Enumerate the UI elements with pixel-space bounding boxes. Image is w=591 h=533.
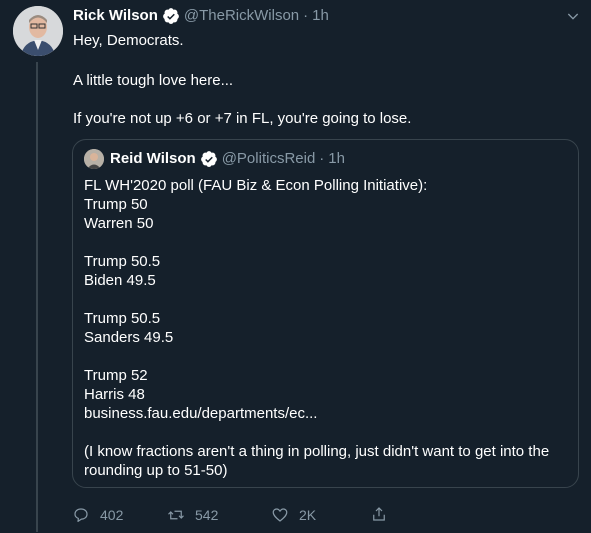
header-separator: ·: [319, 150, 325, 167]
tweet-line: If you're not up +6 or +7 in FL, you're …: [73, 110, 412, 127]
reply-count: 402: [100, 507, 124, 523]
tweet-header: Rick Wilson @TheRickWilson · 1h: [73, 5, 578, 27]
quote-line: Trump 52: [84, 367, 148, 384]
author-name[interactable]: Rick Wilson: [73, 6, 158, 26]
verified-badge-icon: [200, 150, 218, 168]
action-bar: 402 542 2K: [72, 505, 402, 527]
quoted-author-name: Reid Wilson: [110, 150, 196, 167]
share-icon: [373, 507, 385, 521]
quote-line: (I know fractions aren't a thing in poll…: [84, 443, 550, 460]
heart-icon: [272, 508, 288, 522]
retweet-icon: [168, 510, 184, 520]
retweet-count: 542: [195, 507, 219, 523]
tweet-text: Hey, Democrats. A little tough love here…: [73, 31, 578, 129]
quote-line: [84, 290, 574, 309]
tweet-content: Rick Wilson @TheRickWilson · 1h Hey, Dem…: [73, 5, 578, 129]
share-button[interactable]: [370, 505, 398, 523]
verified-badge-icon: [162, 7, 180, 25]
quoted-tweet-timestamp: 1h: [328, 150, 345, 167]
quote-line: Trump 50: [84, 196, 148, 213]
quoted-author-handle: @PoliticsReid: [221, 150, 316, 167]
reply-icon: [74, 508, 88, 522]
quoted-author-avatar: [84, 149, 104, 169]
like-count: 2K: [299, 507, 317, 523]
quote-line: Trump 50.5: [84, 310, 161, 327]
tweet-line: Hey, Democrats.: [73, 32, 184, 49]
quoted-tweet-text: FL WH'2020 poll (FAU Biz & Econ Polling …: [84, 176, 574, 480]
header-separator: ·: [303, 7, 309, 24]
quote-line: Warren 50: [84, 215, 154, 232]
chevron-down-icon[interactable]: [565, 8, 581, 24]
quoted-tweet[interactable]: Reid Wilson @PoliticsReid · 1h FL WH'202…: [72, 139, 579, 488]
quote-line: [84, 347, 574, 366]
quote-line: Biden 49.5: [84, 272, 156, 289]
quote-line: Sanders 49.5: [84, 329, 174, 346]
author-handle[interactable]: @TheRickWilson: [184, 6, 299, 26]
quote-line: FL WH'2020 poll (FAU Biz & Econ Polling …: [84, 177, 428, 194]
tweet: Rick Wilson @TheRickWilson · 1h Hey, Dem…: [0, 0, 591, 533]
quote-link: business.fau.edu/departments/ec...: [84, 405, 318, 422]
quote-line: rounding up to 51-50): [84, 462, 228, 479]
retweet-button[interactable]: 542: [167, 505, 218, 525]
thread-line: [36, 62, 38, 532]
reply-button[interactable]: 402: [72, 505, 123, 525]
tweet-timestamp[interactable]: 1h: [312, 6, 329, 26]
author-avatar[interactable]: [13, 6, 63, 56]
quoted-tweet-header: Reid Wilson @PoliticsReid · 1h: [84, 148, 345, 170]
tweet-line: A little tough love here...: [73, 72, 234, 89]
like-button[interactable]: 2K: [271, 505, 316, 525]
quote-line: [84, 423, 574, 442]
quote-line: Harris 48: [84, 386, 145, 403]
quote-line: [84, 233, 574, 252]
quote-line: Trump 50.5: [84, 253, 161, 270]
